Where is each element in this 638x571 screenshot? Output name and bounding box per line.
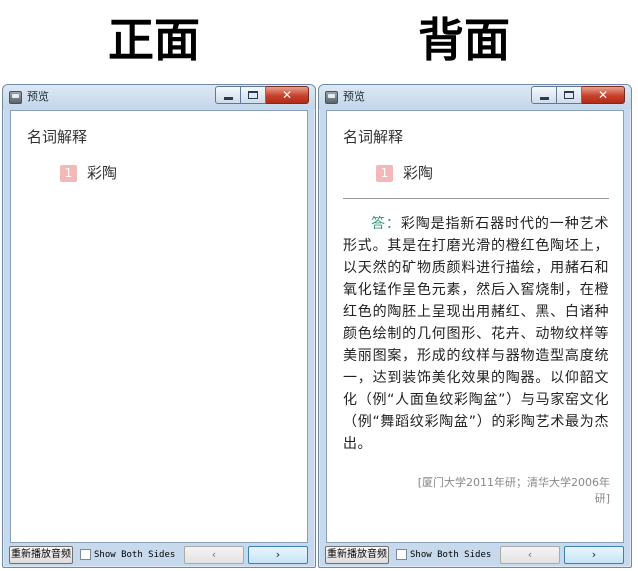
- answer-text: 答：彩陶是指新石器时代的一种艺术形式。其是在打磨光滑的橙红色陶坯上，以天然的矿物…: [343, 213, 609, 455]
- back-side-label: 背面: [418, 13, 510, 67]
- source-citation: [厦门大学2011年研；清华大学2006年研]: [417, 476, 610, 505]
- app-icon[interactable]: [325, 91, 338, 104]
- close-button[interactable]: ✕: [582, 86, 625, 104]
- close-button[interactable]: ✕: [266, 86, 309, 104]
- replay-audio-button[interactable]: 重新播放音频: [325, 546, 389, 564]
- preview-window-back: 预览 ✕ 名词解释 1 彩陶 答：彩陶是指新石器时代的一种艺术形式。其是在打磨光…: [318, 84, 632, 568]
- window-title: 预览: [27, 90, 49, 103]
- window-controls: ✕: [531, 86, 625, 104]
- minimize-button[interactable]: [215, 86, 241, 104]
- next-button[interactable]: ›: [248, 546, 308, 564]
- term-row: 1 彩陶: [376, 163, 433, 183]
- term-row: 1 彩陶: [60, 163, 117, 183]
- answer-body: 彩陶是指新石器时代的一种艺术形式。其是在打磨光滑的橙红色陶坯上，以天然的矿物质颜…: [343, 216, 610, 452]
- maximize-icon: [564, 91, 574, 99]
- show-both-sides-label[interactable]: Show Both Sides: [94, 548, 175, 562]
- preview-window-front: 预览 ✕ 名词解释 1 彩陶 重新播放音频 Show Both Sides ‹ …: [2, 84, 316, 568]
- next-button[interactable]: ›: [564, 546, 624, 564]
- term-number-badge: 1: [376, 164, 393, 182]
- maximize-icon: [248, 91, 258, 99]
- minimize-icon: [223, 96, 233, 100]
- term-text: 彩陶: [403, 164, 434, 182]
- term-number-badge: 1: [60, 164, 77, 182]
- replay-audio-button[interactable]: 重新播放音频: [9, 546, 73, 564]
- divider: [343, 198, 609, 199]
- card-content: 名词解释 1 彩陶: [10, 110, 308, 543]
- card-content: 名词解释 1 彩陶 答：彩陶是指新石器时代的一种艺术形式。其是在打磨光滑的橙红色…: [326, 110, 624, 543]
- close-icon: ✕: [281, 88, 293, 102]
- show-both-sides-label[interactable]: Show Both Sides: [410, 548, 491, 562]
- prev-button[interactable]: ‹: [184, 546, 244, 564]
- front-side-label: 正面: [108, 13, 200, 67]
- window-title: 预览: [343, 90, 365, 103]
- minimize-button[interactable]: [531, 86, 557, 104]
- prev-button[interactable]: ‹: [500, 546, 560, 564]
- show-both-sides-checkbox[interactable]: [396, 549, 407, 560]
- section-title: 名词解释: [343, 128, 404, 146]
- maximize-button[interactable]: [557, 86, 582, 104]
- window-controls: ✕: [215, 86, 309, 104]
- minimize-icon: [539, 96, 549, 100]
- app-icon[interactable]: [9, 91, 22, 104]
- show-both-sides-checkbox[interactable]: [80, 549, 91, 560]
- bottom-bar: 重新播放音频 Show Both Sides ‹ ›: [319, 543, 631, 567]
- maximize-button[interactable]: [241, 86, 266, 104]
- close-icon: ✕: [597, 88, 609, 102]
- term-text: 彩陶: [87, 164, 118, 182]
- title-bar[interactable]: 预览 ✕: [3, 85, 315, 109]
- answer-label: 答：: [371, 216, 401, 232]
- bottom-bar: 重新播放音频 Show Both Sides ‹ ›: [3, 543, 315, 567]
- title-bar[interactable]: 预览 ✕: [319, 85, 631, 109]
- section-title: 名词解释: [27, 128, 88, 146]
